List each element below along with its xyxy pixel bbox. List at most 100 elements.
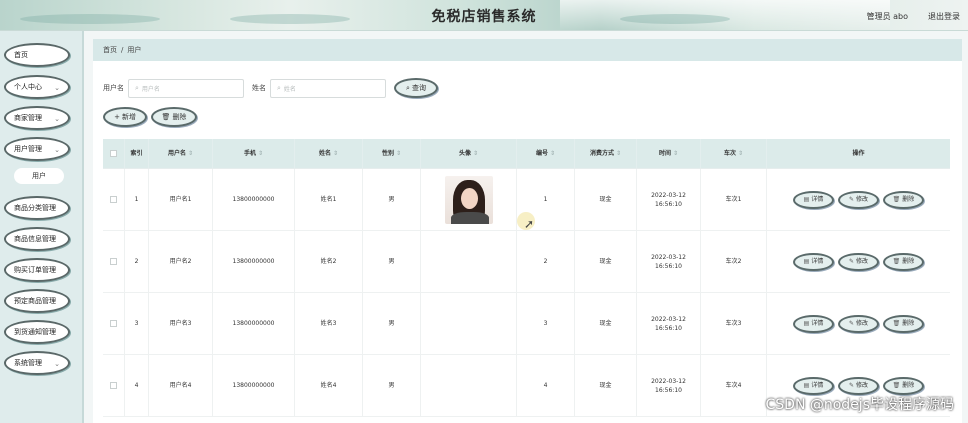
sidebar-item-personal-center[interactable]: 个人中心 ⌄ [4,75,70,99]
edit-button[interactable]: ✎ 修改 [838,252,879,271]
cell-avatar [421,169,517,230]
trash-icon: 🗑 [892,196,901,203]
sidebar-item-label: 预定商品管理 [14,297,56,305]
column-header[interactable]: 用户名 ⇕ [149,139,213,168]
sidebar-item-users[interactable]: 用户管理 ⌄ [4,137,70,161]
column-header[interactable]: 索引 [125,139,149,168]
trash-icon: 🗑 [892,382,901,389]
cell-name: 姓名3 [295,293,363,354]
detail-button[interactable]: ▤ 详情 [793,252,834,271]
column-header[interactable]: 性别 ⇕ [363,139,421,168]
cell-operations: ▤ 详情 ✎ 修改 🗑 删除 [767,231,950,292]
app-title: 免税店销售系统 [431,9,537,25]
cell-name: 姓名2 [295,231,363,292]
sort-icon: ⇕ [549,150,556,157]
column-header[interactable]: 车次 ⇕ [701,139,767,168]
sidebar-item-system[interactable]: 系统管理 ⌄ [4,351,70,375]
edit-button[interactable]: ✎ 修改 [838,190,879,209]
delete-button[interactable]: 🗑 删除 [883,314,924,333]
column-header-label: 消费方式 [589,150,614,157]
delete-button-label: 删除 [172,113,187,121]
cell-time: 2022-03-12 16:56:10 [637,293,701,354]
cell-username: 用户名3 [149,293,213,354]
sidebar-item-label: 商品信息管理 [14,235,56,243]
username-search-input[interactable]: ⌕ 用户名 [128,78,244,98]
cell-phone: 13800000000 [213,355,295,416]
batch-delete-button[interactable]: 🗑 删除 [151,107,197,127]
cell-username: 用户名2 [149,231,213,292]
cell-index: 2 [125,231,149,292]
delete-button[interactable]: 🗑 删除 [883,190,924,209]
sidebar-item-orders[interactable]: 购买订单管理 [4,258,70,282]
sidebar-item-home[interactable]: 首页 [4,43,70,67]
column-header-label: 头像 [458,150,471,157]
document-icon: ▤ [803,196,810,203]
cell-gender: 男 [363,231,421,292]
pencil-icon: ✎ [848,196,854,203]
plus-icon: + [114,113,120,121]
detail-button[interactable]: ▤ 详情 [793,190,834,209]
detail-button[interactable]: ▤ 详情 [793,314,834,333]
name-search-input[interactable]: ⌕ 姓名 [270,78,386,98]
row-checkbox[interactable] [110,258,117,265]
cell-gender: 男 [363,169,421,230]
name-placeholder: 姓名 [283,85,296,93]
select-all-checkbox[interactable] [110,150,117,157]
row-select-cell [103,355,125,416]
column-header-label: 用户名 [167,150,186,157]
chevron-down-icon: ⌄ [54,146,60,154]
mouse-cursor-icon: ➚ [524,217,535,231]
cell-username: 用户名4 [149,355,213,416]
sidebar-item-goods[interactable]: 商品信息管理 [4,227,70,251]
edit-button[interactable]: ✎ 修改 [838,376,879,395]
cell-gender: 男 [363,355,421,416]
column-header[interactable]: 消费方式 ⇕ [575,139,637,168]
detail-button[interactable]: ▤ 详情 [793,376,834,395]
document-icon: ▤ [803,258,810,265]
document-icon: ▤ [803,382,810,389]
sidebar-item-arrival-notice[interactable]: 到货通知管理 [4,320,70,344]
column-header[interactable]: 手机 ⇕ [213,139,295,168]
sidebar-subitem-user[interactable]: 用户 [14,168,64,184]
row-select-cell [103,169,125,230]
current-user: 管理员 abo [866,12,908,21]
column-header[interactable]: 头像 ⇕ [421,139,517,168]
column-header-label: 编号 [535,150,548,157]
breadcrumb-separator: / [121,46,124,54]
sort-icon: ⇕ [615,150,622,157]
delete-button-label: 删除 [902,258,915,265]
delete-button[interactable]: 🗑 删除 [883,252,924,271]
chevron-down-icon: ⌄ [54,84,60,92]
cell-phone: 13800000000 [213,231,295,292]
row-checkbox[interactable] [110,320,117,327]
column-header-label: 性别 [381,150,394,157]
sort-icon: ⇕ [672,150,679,157]
cell-operations: ▤ 详情 ✎ 修改 🗑 删除 [767,169,950,230]
breadcrumb-home[interactable]: 首页 [103,45,117,55]
cell-method: 现金 [575,355,637,416]
cell-avatar [421,231,517,292]
column-header[interactable]: 时间 ⇕ [637,139,701,168]
column-header: 操作 [767,139,950,168]
row-checkbox[interactable] [110,196,117,203]
logout-link[interactable]: 退出登录 [928,11,960,22]
query-button[interactable]: ⌕ 查询 [394,78,438,98]
row-checkbox[interactable] [110,382,117,389]
avatar [444,175,493,224]
cell-time: 2022-03-12 16:56:10 [637,231,701,292]
sidebar-item-merchant[interactable]: 商家管理 ⌄ [4,106,70,130]
delete-button[interactable]: 🗑 删除 [883,376,924,395]
sidebar-item-reservations[interactable]: 预定商品管理 [4,289,70,313]
row-select-cell [103,293,125,354]
edit-button-label: 修改 [856,382,869,389]
column-header[interactable]: 姓名 ⇕ [295,139,363,168]
action-bar: + 新增 🗑 删除 [103,107,197,127]
cell-train: 车次4 [701,355,767,416]
cell-avatar [421,355,517,416]
sidebar-item-label: 用户管理 [14,145,42,153]
column-header[interactable]: 编号 ⇕ [517,139,575,168]
add-button[interactable]: + 新增 [103,107,147,127]
edit-button[interactable]: ✎ 修改 [838,314,879,333]
column-header-label: 时间 [658,150,671,157]
sidebar-item-category[interactable]: 商品分类管理 [4,196,70,220]
